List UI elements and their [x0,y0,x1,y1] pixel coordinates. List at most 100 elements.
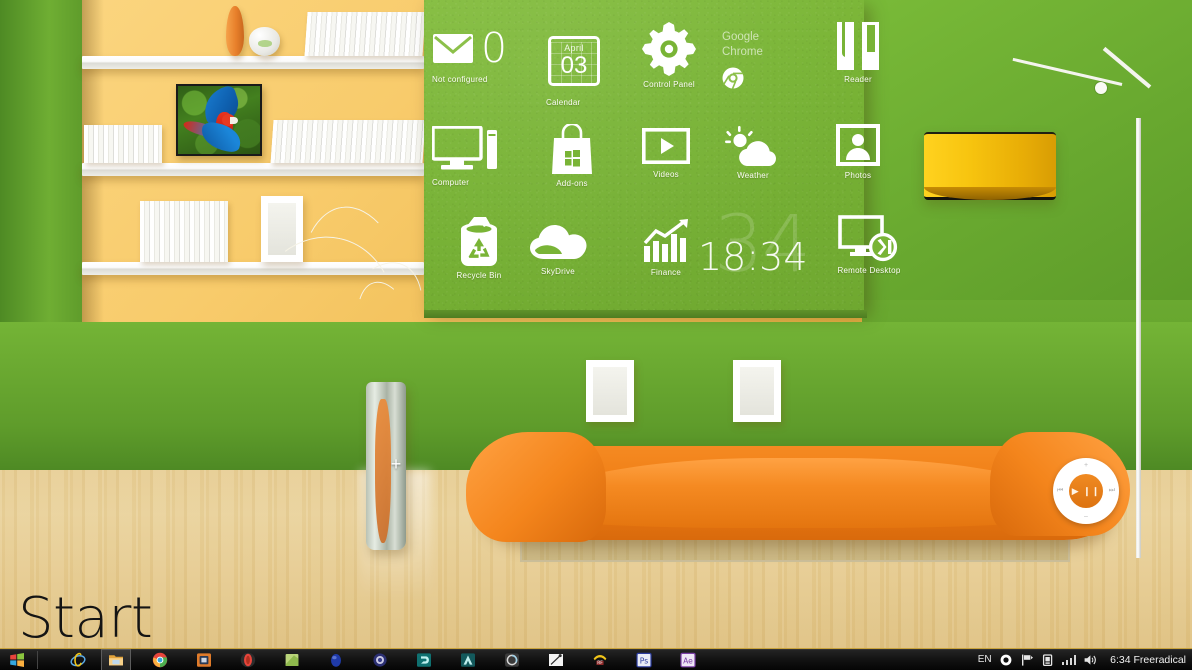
start-button[interactable] [0,649,34,670]
photoshop-icon: Ps [636,652,652,667]
tile-control-panel[interactable]: Control Panel [636,22,702,89]
tile-computer[interactable]: Computer [432,126,498,187]
tile-recycle-bin[interactable]: Recycle Bin [446,216,512,280]
tile-label-photos: Photos [844,171,872,180]
fireworks-icon [461,652,475,667]
green-document-icon [285,653,299,666]
chrome-icon [722,67,763,89]
play-pause-button[interactable]: ▶ ❙❙ [1069,474,1103,508]
tray-action-center[interactable] [999,653,1013,667]
tray-language[interactable]: EN [978,654,992,665]
virtualbox-icon [197,652,211,667]
tray-volume[interactable] [1083,653,1097,667]
tile-label-mail: Not configured [432,75,488,84]
dreamweaver-icon [417,652,431,667]
tile-skydrive[interactable]: SkyDrive [527,221,589,276]
clock-time: 18:34 [698,235,808,279]
mail-icon: 0 [432,28,507,69]
previous-track-button[interactable]: ⏮ [1057,487,1063,495]
lamp-joint [1095,82,1107,94]
calendar-day: 03 [560,52,588,80]
taskbar-photoshop[interactable]: Ps [629,649,659,670]
tile-label-chrome-line1: Google [722,31,760,43]
taskbar-opera[interactable] [233,649,263,670]
tray-network-flag[interactable] [1020,653,1034,667]
tile-weather[interactable]: Weather [725,126,781,180]
bowl-white [249,27,280,56]
picture-frame-right [733,360,781,422]
taskbar-pinned-area: RF Ps Ae [0,648,703,670]
sofa [466,424,1130,542]
tile-mail[interactable]: 0 Not configured [432,28,507,85]
shelf-middle [82,163,424,176]
weather-sun-cloud-icon [725,126,781,168]
media-player-widget[interactable]: + – ⏮ ⏭ ▶ ❙❙ [1053,458,1119,524]
taskbar-file-explorer[interactable] [101,648,131,670]
picture-frame-left [586,360,634,422]
taskbar-dreamweaver[interactable] [409,649,439,670]
file-explorer-icon [109,654,123,665]
next-track-button[interactable]: ⏭ [1109,487,1115,495]
lamp-pole [1136,118,1141,558]
tile-label-add-ons: Add-ons [556,179,588,188]
tray-signal[interactable] [1061,654,1077,665]
taskbar-app-blue-orb[interactable] [321,649,351,670]
desktop-screen: + – ⏮ ⏭ ▶ ❙❙ + 0 Not configured April 03… [0,0,1192,670]
tile-clock[interactable]: 34 18:34 [698,206,828,284]
shelf-top [82,56,424,69]
start-label[interactable]: Start [18,586,153,651]
tile-label-reader: Reader [844,75,872,84]
tile-label-computer: Computer [432,178,470,187]
taskbar-fireworks[interactable] [453,649,483,670]
tile-label-skydrive: SkyDrive [540,267,575,276]
store-bag-icon [545,124,599,174]
books-mid-left [84,125,162,163]
taskbar-virtualbox[interactable] [189,649,219,670]
tile-google-chrome[interactable]: Google Chrome [722,30,763,89]
taskbar: RF Ps Ae EN 6:34 Freeradical [0,648,1192,670]
tile-add-ons[interactable]: Add-ons [545,124,599,188]
tray-clock[interactable]: 6:34 Freeradical [1110,654,1186,666]
taskbar-divider [37,650,38,669]
tile-label-videos: Videos [653,170,679,179]
tile-label-chrome-line2: Chrome [722,46,763,58]
tile-videos[interactable]: Videos [640,128,692,179]
device-icon [1042,653,1052,666]
calendar-icon: April 03 [548,36,600,86]
tile-label-remote-desktop: Remote Desktop [837,266,901,275]
volume-down-button[interactable]: – [1084,513,1088,520]
tile-photos[interactable]: Photos [834,124,882,180]
after-effects-icon: Ae [680,652,696,667]
tile-label-calendar: Calendar [546,98,581,107]
taskbar-white-tool[interactable] [541,649,571,670]
taskbar-app-purple-orb[interactable] [365,649,395,670]
volume-up-button[interactable]: + [1084,462,1088,469]
camtasia-icon [505,652,519,667]
tile-finance[interactable]: Finance [640,219,692,277]
taskbar-winrar[interactable]: RF [585,649,615,670]
video-play-icon [640,128,692,164]
flag-icon [1021,654,1033,666]
computer-icon [432,126,498,172]
opera-icon [240,652,256,667]
parrot-photo [176,84,262,156]
taskbar-camtasia[interactable] [497,649,527,670]
tile-label-control-panel: Control Panel [643,80,695,89]
finance-chart-icon [640,219,692,263]
tile-remote-desktop[interactable]: Remote Desktop [824,215,914,275]
recycle-bin-icon [446,216,512,268]
internet-explorer-icon [70,652,86,667]
taskbar-google-chrome[interactable] [145,649,175,670]
add-tile-button[interactable]: + [388,455,404,473]
vase-orange [226,6,244,56]
tile-calendar[interactable]: April 03 Calendar [546,36,600,107]
taskbar-notepad-green[interactable] [277,649,307,670]
tile-reader[interactable]: Reader [832,22,884,84]
speaker-icon [1084,654,1096,665]
photos-icon [834,124,882,166]
tray-device[interactable] [1041,653,1055,667]
taskbar-internet-explorer[interactable] [63,649,93,670]
taskbar-after-effects[interactable]: Ae [673,649,703,670]
blue-orb-icon [331,653,341,667]
tile-label-finance: Finance [650,268,682,277]
